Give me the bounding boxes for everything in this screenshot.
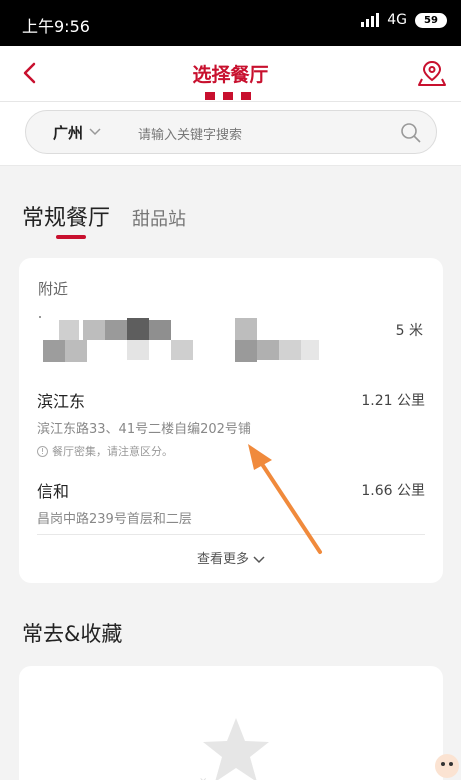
blurred-restaurant-name[interactable]: [39, 316, 339, 364]
tab-dessert[interactable]: 甜品站: [132, 205, 186, 231]
active-tab-indicator: [56, 235, 86, 239]
nearby-card: 附近 5 米 滨江东 滨江东路33、41号二楼自编202号铺 ! 餐厅密集，请注…: [19, 258, 443, 583]
nearby-label: 附近: [38, 280, 69, 298]
city-selector[interactable]: 广州: [53, 122, 83, 143]
restaurant-distance: 5 米: [395, 323, 423, 339]
note-text: 餐厅密集，请注意区分。: [52, 445, 173, 458]
app-header: 选择餐厅: [0, 46, 461, 102]
chevron-down-icon[interactable]: [88, 125, 102, 139]
restaurant-note: ! 餐厅密集，请注意区分。: [37, 443, 425, 459]
network-type: 4G: [387, 12, 407, 28]
restaurant-item-1[interactable]: 滨江东 滨江东路33、41号二楼自编202号铺 ! 餐厅密集，请注意区分。 1.…: [37, 388, 425, 459]
annotation-arrow-icon: [248, 444, 322, 554]
status-time: 上午9:56: [22, 17, 90, 36]
page-title: 选择餐厅: [192, 64, 269, 86]
status-bar: 上午9:56 4G 59: [0, 0, 461, 46]
search-bar-area: 广州 请输入关键字搜索: [0, 102, 461, 166]
mascot-icon: [435, 754, 459, 778]
map-location-icon[interactable]: [417, 58, 447, 88]
restaurant-address: 昌岗中路239号首层和二层: [37, 512, 192, 527]
search-input[interactable]: 请输入关键字搜索: [138, 124, 242, 143]
battery-level: 59: [424, 14, 438, 26]
signal-icon: [361, 13, 380, 27]
view-more-button[interactable]: 查看更多: [19, 548, 443, 567]
favorites-title: 常去&收藏: [22, 622, 123, 646]
empty-star-icon: ×: [199, 718, 269, 780]
search-box[interactable]: 广州 请输入关键字搜索: [25, 110, 437, 154]
tab-regular[interactable]: 常规餐厅: [22, 200, 110, 232]
restaurant-item-2[interactable]: 信和 昌岗中路239号首层和二层 1.66 公里: [37, 478, 425, 527]
status-indicators: 4G 59: [361, 12, 447, 28]
restaurant-distance: 1.21 公里: [361, 393, 425, 409]
restaurant-address: 滨江东路33、41号二楼自编202号铺: [37, 422, 251, 437]
search-icon[interactable]: [400, 122, 422, 144]
divider: [37, 534, 425, 535]
svg-text:×: ×: [199, 776, 207, 780]
restaurant-tabs: 常规餐厅 甜品站: [22, 200, 186, 232]
title-decoration: [205, 92, 251, 100]
info-icon: !: [37, 445, 48, 457]
restaurant-distance: 1.66 公里: [361, 483, 425, 499]
favorites-card: ×: [19, 666, 443, 780]
battery-icon: 59: [415, 12, 447, 28]
